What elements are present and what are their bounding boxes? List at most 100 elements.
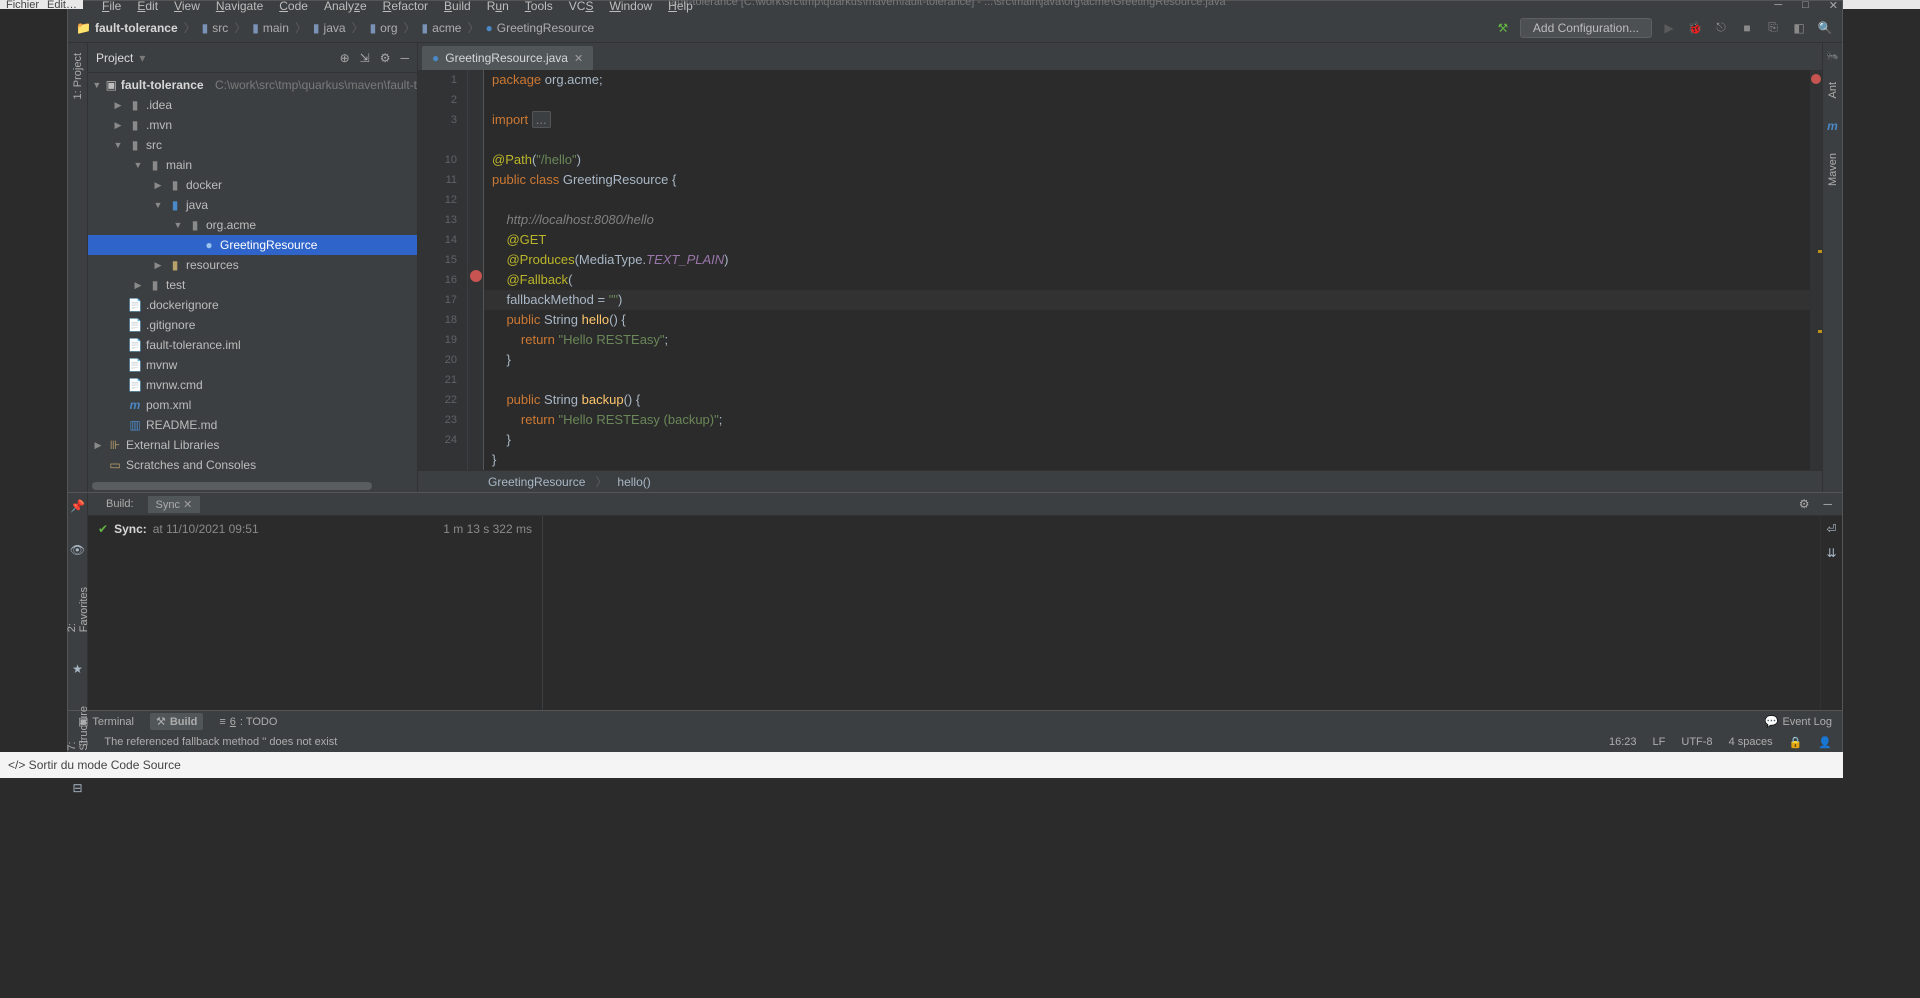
bc-main[interactable]: ▮main (252, 21, 289, 35)
code-editor[interactable]: package org.acme; import ... @Path("/hel… (484, 70, 1810, 470)
menu-help[interactable]: Help (661, 0, 700, 15)
target-icon[interactable]: ⊕ (340, 51, 350, 65)
menu-tools[interactable]: Tools (518, 0, 560, 15)
tree-root[interactable]: ▼▣fault-tolerance C:\work\src\tmp\quarku… (88, 75, 417, 95)
menu-file[interactable]: File (95, 0, 128, 15)
menu-run[interactable]: Run (480, 0, 516, 15)
menu-build[interactable]: Build (437, 0, 478, 15)
exit-code-source[interactable]: </> Sortir du mode Code Source (8, 758, 181, 772)
build-output[interactable] (543, 516, 1820, 710)
tree-extlib[interactable]: ▶⊪External Libraries (88, 435, 417, 455)
tree-orgacme[interactable]: ▼▮org.acme (88, 215, 417, 235)
tool-eventlog[interactable]: 💬Event Log (1765, 715, 1832, 728)
tree-docker[interactable]: ▶▮docker (88, 175, 417, 195)
hide-icon[interactable]: ─ (1823, 497, 1832, 511)
coverage-icon[interactable]: ⎋ (1712, 19, 1730, 37)
menu-navigate[interactable]: Navigate (209, 0, 270, 15)
tool-favorites[interactable]: 2: Favorites (66, 587, 90, 632)
build-hammer-icon[interactable]: ⚒ (1494, 19, 1512, 37)
hide-icon[interactable]: ─ (400, 51, 409, 65)
crumb-method[interactable]: hello() (617, 475, 650, 489)
tree-java[interactable]: ▼▮java (88, 195, 417, 215)
ide-settings-icon[interactable]: ◧ (1790, 19, 1808, 37)
eye-icon[interactable]: 👁 (70, 543, 85, 557)
intention-bulb-icon[interactable] (470, 270, 482, 282)
warn-marker[interactable] (1818, 250, 1822, 253)
close-tab-icon[interactable]: ✕ (574, 52, 583, 65)
run-icon[interactable]: ▶ (1660, 19, 1678, 37)
menu-view[interactable]: View (167, 0, 207, 15)
folder-icon: ▮ (202, 21, 209, 35)
tree-iml[interactable]: 📄fault-tolerance.iml (88, 335, 417, 355)
crumb-class[interactable]: GreetingResource (488, 475, 585, 489)
star-icon[interactable]: ★ (72, 662, 83, 676)
scroll-icon[interactable]: ⇊ (1826, 546, 1836, 560)
menu-refactor[interactable]: Refactor (376, 0, 435, 15)
maven-icon[interactable]: m (1827, 119, 1838, 133)
bc-class[interactable]: ●GreetingResource (486, 21, 595, 35)
close-icon[interactable]: ✕ (1829, 0, 1838, 12)
outer-edit[interactable]: Edit… (47, 0, 77, 11)
menu-edit[interactable]: Edit (130, 0, 165, 15)
tool-maven[interactable]: Maven (1827, 153, 1839, 186)
bc-acme[interactable]: ▮acme (422, 21, 462, 35)
encoding[interactable]: UTF-8 (1681, 736, 1712, 748)
warn-marker[interactable] (1818, 330, 1822, 333)
search-icon[interactable]: 🔍 (1816, 19, 1834, 37)
tool-ant[interactable]: Ant (1827, 82, 1839, 99)
inspect-icon[interactable]: 👤 (1818, 736, 1832, 749)
line-ending[interactable]: LF (1653, 736, 1666, 748)
tool-build[interactable]: ⚒Build (150, 713, 203, 730)
structure-icon[interactable]: ⊟ (72, 781, 82, 795)
bc-root[interactable]: 📁 fault-tolerance (76, 21, 178, 35)
tree-gitignore[interactable]: 📄.gitignore (88, 315, 417, 335)
tree-resources[interactable]: ▶▮resources (88, 255, 417, 275)
ant-icon[interactable]: 🐜 (1826, 51, 1838, 62)
lock-icon[interactable]: 🔒 (1789, 736, 1803, 749)
error-marker-icon[interactable] (1811, 74, 1821, 84)
add-config-button[interactable]: Add Configuration... (1520, 18, 1652, 38)
vcs-icon[interactable]: ⎘ (1764, 19, 1782, 37)
bc-src[interactable]: ▮src (202, 21, 229, 35)
caret-pos[interactable]: 16:23 (1609, 736, 1637, 748)
outer-file[interactable]: Fichier (6, 0, 39, 11)
tool-structure[interactable]: 7: Structure (66, 706, 90, 751)
menu-analyze[interactable]: Analyze (317, 0, 374, 15)
pin-icon[interactable]: 📌 (70, 499, 85, 513)
stop-icon[interactable]: ■ (1738, 19, 1756, 37)
maximize-icon[interactable]: □ (1802, 0, 1809, 12)
wrap-icon[interactable]: ⏎ (1826, 522, 1836, 536)
menu-window[interactable]: Window (602, 0, 659, 15)
tool-project[interactable]: 1: Project (72, 53, 84, 99)
build-tree[interactable]: ✔ Sync: at 11/10/2021 09:51 1 m 13 s 322… (88, 516, 543, 710)
project-header-label[interactable]: Project (96, 51, 133, 65)
gear-icon[interactable]: ⚙ (380, 51, 391, 65)
debug-icon[interactable]: 🐞 (1686, 19, 1704, 37)
tree-dockerignore[interactable]: 📄.dockerignore (88, 295, 417, 315)
tree-scrollbar[interactable] (88, 482, 417, 492)
bc-org[interactable]: ▮org (370, 21, 398, 35)
project-tree[interactable]: ▼▣fault-tolerance C:\work\src\tmp\quarku… (88, 73, 417, 492)
tree-pom[interactable]: mpom.xml (88, 395, 417, 415)
tab-greeting[interactable]: ● GreetingResource.java ✕ (422, 46, 593, 70)
tree-main[interactable]: ▼▮main (88, 155, 417, 175)
menu-vcs[interactable]: VCS (562, 0, 601, 15)
tree-idea[interactable]: ▶▮.idea (88, 95, 417, 115)
gear-icon[interactable]: ⚙ (1799, 497, 1810, 511)
tree-scratches[interactable]: ▭Scratches and Consoles (88, 455, 417, 475)
minimize-icon[interactable]: ─ (1774, 0, 1782, 12)
tree-test[interactable]: ▶▮test (88, 275, 417, 295)
bc-java[interactable]: ▮java (313, 21, 346, 35)
error-stripe[interactable] (1810, 70, 1822, 470)
tab-sync[interactable]: Sync ✕ (148, 496, 201, 513)
tree-mvnwcmd[interactable]: 📄mvnw.cmd (88, 375, 417, 395)
tree-src[interactable]: ▼▮src (88, 135, 417, 155)
collapse-icon[interactable]: ⇲ (360, 51, 370, 65)
indent[interactable]: 4 spaces (1729, 736, 1773, 748)
menu-code[interactable]: Code (272, 0, 315, 15)
tool-todo[interactable]: ≡6: 6: TODOTODO (219, 716, 277, 728)
tree-mvnw[interactable]: 📄mvnw (88, 355, 417, 375)
tree-mvn[interactable]: ▶▮.mvn (88, 115, 417, 135)
tree-readme[interactable]: ▥README.md (88, 415, 417, 435)
tree-greeting[interactable]: ●GreetingResource (88, 235, 417, 255)
